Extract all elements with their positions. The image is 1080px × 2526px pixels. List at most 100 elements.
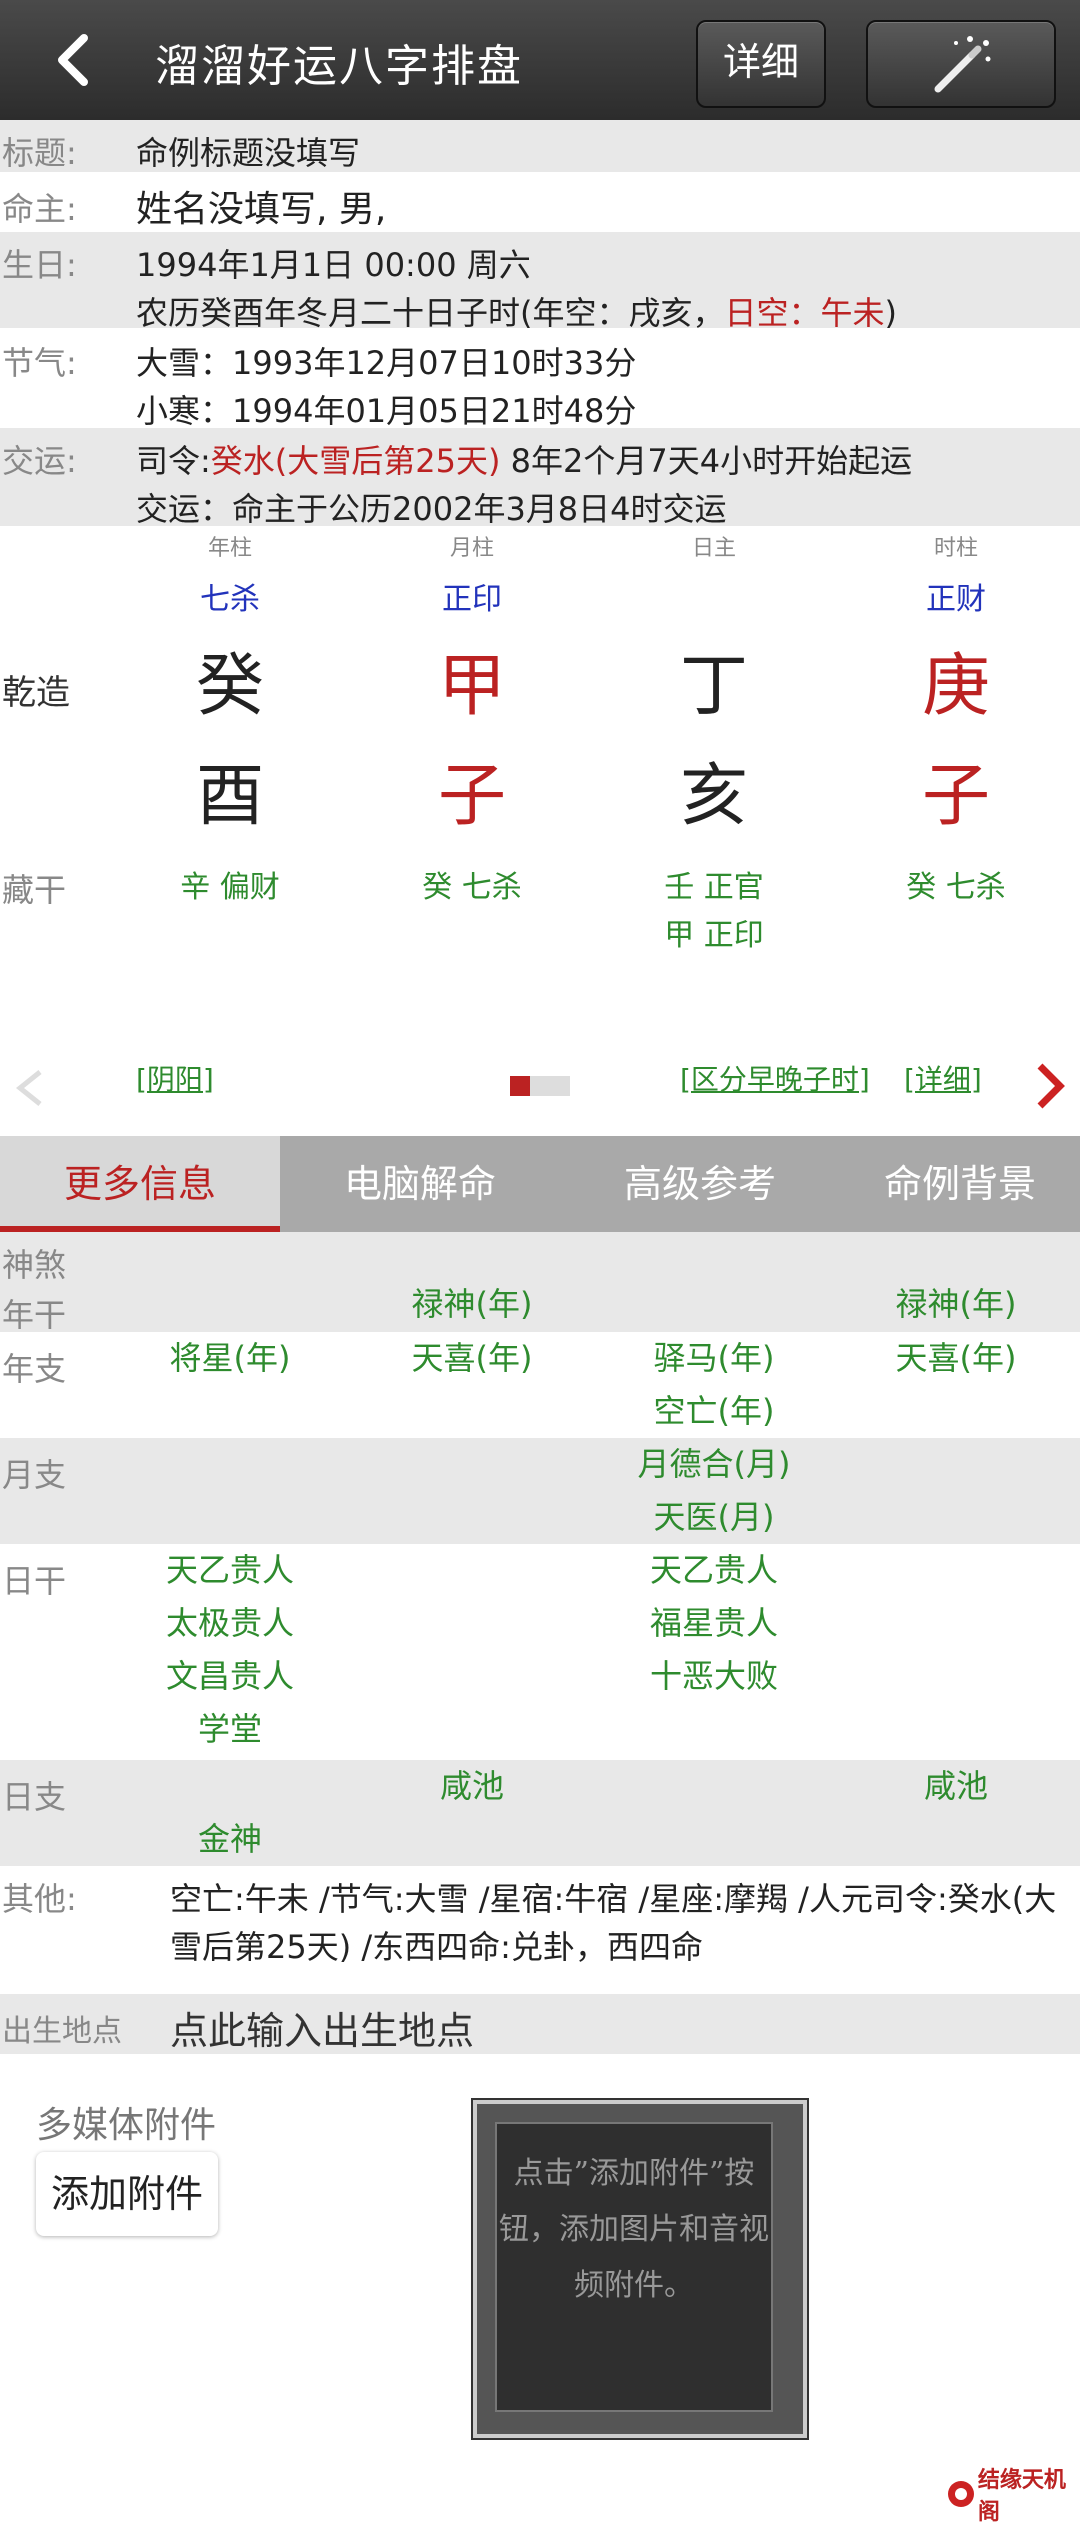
birthday-label: 生日: [2, 246, 77, 284]
pillar-branch: 亥 [679, 757, 748, 836]
birthday-row: 生日: 1994年1月1日 00:00 周六 农历癸酉年冬月二十日子时(年空：戌… [0, 232, 1080, 332]
pillar-stem: 癸 [195, 647, 264, 726]
zishi-link[interactable]: [区分早晚子时] [680, 1058, 870, 1098]
shensha-item: 天医(月) [653, 1498, 775, 1536]
shensha-item: 学堂 [197, 1710, 262, 1748]
shensha-item: 天乙贵人 [649, 1551, 778, 1589]
shensha-title: 神煞 [2, 1246, 67, 1284]
pillar-header: 年柱 [207, 536, 252, 561]
pillar-god: 正财 [926, 582, 986, 617]
rizhi-label: 日支 [2, 1778, 67, 1816]
shensha-item: 咸池 [439, 1767, 504, 1805]
niangan-label: 年干 [2, 1296, 67, 1334]
rigan-row: 日干 天乙贵人 太极贵人 文昌贵人 学堂 天乙贵人 福星贵人 十恶大败 [0, 1544, 1080, 1760]
shensha-item: 驿马(年) [653, 1339, 775, 1377]
pillar-stem: 丁 [679, 647, 748, 726]
jiaoyun-line1: 司令:癸水(大雪后第25天) 8年2个月7天4小时开始起运 [136, 442, 913, 480]
shensha-item: 月德合(月) [637, 1445, 791, 1483]
page-indicator-active [510, 1076, 530, 1096]
shensha-item: 文昌贵人 [165, 1657, 294, 1695]
pillar-stem: 甲 [437, 647, 506, 726]
jieqi-label: 节气: [2, 344, 77, 382]
other-label: 其他: [2, 1880, 77, 1918]
shensha-item: 将星(年) [169, 1339, 291, 1377]
yuezhi-row: 月支 月德合(月) 天医(月) [0, 1438, 1080, 1544]
yuezhi-label: 月支 [2, 1456, 67, 1494]
shensha-item: 十恶大败 [649, 1657, 778, 1695]
jiaoyun-line2: 交运：命主于公历2002年3月8日4时交运 [136, 490, 727, 528]
watermark: 结缘天机阁 [946, 2462, 1080, 2526]
title-value[interactable]: 命例标题没填写 [136, 128, 360, 174]
other-line1: 空亡:午未 /节气:大雪 /星宿:牛宿 /星座:摩羯 /人元司令:癸水(大 [170, 1880, 1057, 1918]
jiaoyun-label: 交运: [2, 442, 77, 480]
shensha-header-row: 神煞 年干 禄神(年) 禄神(年) [0, 1232, 1080, 1334]
jieqi-row: 节气: 大雪：1993年12月07日10时33分 小寒：1994年01月05日2… [0, 328, 1080, 430]
shensha-item: 咸池 [923, 1767, 988, 1805]
title-label: 标题: [2, 134, 77, 172]
hidden-stem: 甲 正印 [664, 918, 764, 953]
shensha-item: 禄神(年) [411, 1285, 533, 1323]
hidden-stem: 癸 七杀 [422, 870, 522, 905]
pillar-header: 月柱 [449, 536, 494, 561]
rigan-label: 日干 [2, 1562, 67, 1600]
pillar-god: 七杀 [200, 582, 260, 617]
other-line2: 雪后第25天) /东西四命:兑卦，西四命 [170, 1928, 703, 1966]
shensha-item: 天喜(年) [895, 1339, 1017, 1377]
qianzao-label: 乾造 [2, 673, 70, 713]
magic-wand-icon [934, 36, 991, 93]
nianzhi-label: 年支 [2, 1350, 67, 1388]
pillar-branch: 酉 [195, 757, 264, 836]
other-row: 其他: 空亡:午未 /节气:大雪 /星宿:牛宿 /星座:摩羯 /人元司令:癸水(… [0, 1866, 1080, 1986]
hidden-stem: 辛 偏财 [180, 870, 280, 905]
add-attachment-button[interactable]: 添加附件 [36, 2152, 218, 2236]
rizhi-row: 日支 咸池 咸池 金神 [0, 1760, 1080, 1866]
birthplace-row[interactable]: 出生地点 点此输入出生地点 [0, 1994, 1080, 2054]
shensha-item: 太极贵人 [165, 1604, 294, 1642]
pillar-branch: 子 [921, 757, 990, 836]
back-arrow-icon[interactable] [48, 30, 104, 90]
pillar-branch: 子 [437, 757, 506, 836]
tab-more-info[interactable]: 更多信息 [0, 1136, 280, 1232]
shensha-item: 金神 [197, 1820, 262, 1858]
page-indicator [510, 1076, 570, 1096]
pillar-detail-link[interactable]: [详细] [904, 1058, 982, 1098]
detail-button[interactable]: 详细 [696, 20, 826, 108]
prev-page-icon[interactable] [10, 1066, 50, 1110]
tab-computer-reading[interactable]: 电脑解命 [285, 1136, 555, 1232]
shensha-item: 天乙贵人 [165, 1551, 294, 1589]
media-label: 多媒体附件 [36, 2105, 217, 2146]
title-row: 标题: 命例标题没填写 [0, 120, 1080, 172]
yinyang-link[interactable]: [阴阳] [136, 1058, 214, 1098]
shensha-item: 空亡(年) [653, 1392, 775, 1430]
pillar-header: 时柱 [933, 536, 978, 561]
jiaoyun-row: 交运: 司令:癸水(大雪后第25天) 8年2个月7天4小时开始起运 交运：命主于… [0, 428, 1080, 528]
canggan-label: 藏干 [2, 871, 67, 909]
app-title: 溜溜好运八字排盘 [155, 41, 523, 92]
watermark-logo-icon [948, 2481, 974, 2507]
tab-bar: 更多信息 电脑解命 高级参考 命例背景 [0, 1136, 1080, 1232]
magic-wand-button[interactable] [866, 20, 1056, 108]
app-bar: 溜溜好运八字排盘 详细 [0, 0, 1080, 120]
owner-value[interactable]: 姓名没填写, 男, [136, 180, 386, 232]
shensha-item: 福星贵人 [649, 1604, 778, 1642]
shensha-item: 禄神(年) [895, 1285, 1017, 1323]
birthday-solar: 1994年1月1日 00:00 周六 [136, 246, 531, 284]
pillar-god: 正印 [442, 582, 502, 617]
attachment-hint-panel: 点击”添加附件”按钮，添加图片和音视频附件。 [473, 2100, 807, 2438]
nianzhi-row: 年支 将星(年) 天喜(年) 驿马(年) 天喜(年) 空亡(年) [0, 1332, 1080, 1438]
tab-advanced-reference[interactable]: 高级参考 [565, 1136, 835, 1232]
jieqi-line1: 大雪：1993年12月07日10时33分 [136, 344, 637, 382]
jieqi-line2: 小寒：1994年01月05日21时48分 [136, 392, 637, 430]
pillar-stem: 庚 [921, 647, 990, 726]
hidden-stem: 壬 正官 [664, 870, 764, 905]
birthplace-label: 出生地点 [2, 2014, 122, 2049]
birthplace-input[interactable]: 点此输入出生地点 [170, 2000, 474, 2055]
hidden-stem: 癸 七杀 [906, 870, 1006, 905]
attachment-hint-text: 点击”添加附件”按钮，添加图片和音视频附件。 [495, 2122, 773, 2412]
owner-row: 命主: 姓名没填写, 男, [0, 172, 1080, 232]
pillar-header: 日主 [691, 536, 736, 561]
owner-label: 命主: [2, 190, 77, 228]
shensha-item: 天喜(年) [411, 1339, 533, 1377]
tab-case-background[interactable]: 命例背景 [840, 1136, 1080, 1232]
next-page-icon[interactable] [1030, 1060, 1070, 1112]
